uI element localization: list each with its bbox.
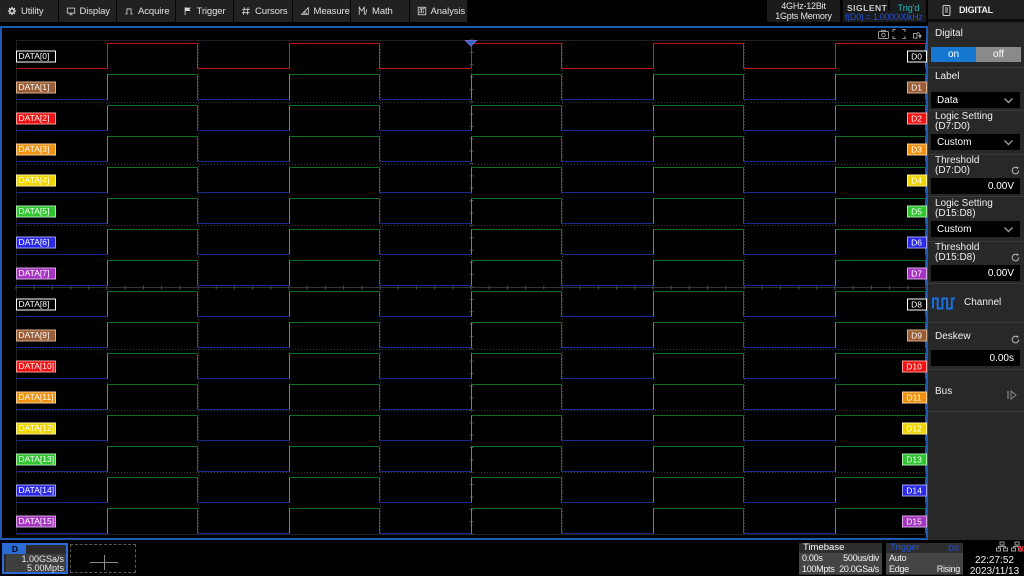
svg-text:DATA[5]: DATA[5] (19, 206, 50, 216)
svg-text:DATA[15]: DATA[15] (19, 516, 55, 526)
svg-text:DATA[14]: DATA[14] (19, 485, 55, 495)
svg-text:D15: D15 (906, 517, 922, 527)
svg-text:D0: D0 (911, 52, 922, 62)
svg-text:D4: D4 (911, 176, 922, 186)
svg-text:DATA[12]: DATA[12] (19, 423, 55, 433)
svg-text:D7: D7 (911, 269, 922, 279)
svg-text:DATA[3]: DATA[3] (19, 144, 50, 154)
svg-text:D11: D11 (907, 393, 922, 403)
svg-text:DATA[1]: DATA[1] (19, 82, 50, 92)
svg-text:DATA[2]: DATA[2] (19, 113, 50, 123)
svg-text:D2: D2 (911, 114, 922, 124)
svg-text:DATA[0]: DATA[0] (19, 51, 50, 61)
svg-text:DATA[7]: DATA[7] (19, 268, 50, 278)
svg-text:D10: D10 (906, 362, 922, 372)
svg-text:DATA[8]: DATA[8] (19, 299, 50, 309)
svg-text:D9: D9 (911, 331, 922, 341)
svg-text:D8: D8 (911, 300, 922, 310)
svg-text:DATA[6]: DATA[6] (19, 237, 50, 247)
svg-text:DATA[11]: DATA[11] (19, 392, 54, 402)
svg-text:D13: D13 (906, 455, 922, 465)
svg-text:DATA[10]: DATA[10] (19, 361, 55, 371)
svg-text:D1: D1 (911, 83, 922, 93)
svg-text:D14: D14 (906, 486, 922, 496)
svg-text:D6: D6 (911, 238, 922, 248)
svg-text:DATA[4]: DATA[4] (19, 175, 50, 185)
svg-text:D3: D3 (911, 145, 922, 155)
svg-text:DATA[13]: DATA[13] (19, 454, 55, 464)
svg-text:D12: D12 (906, 424, 922, 434)
svg-text:D5: D5 (911, 207, 922, 217)
svg-text:DATA[9]: DATA[9] (19, 330, 50, 340)
